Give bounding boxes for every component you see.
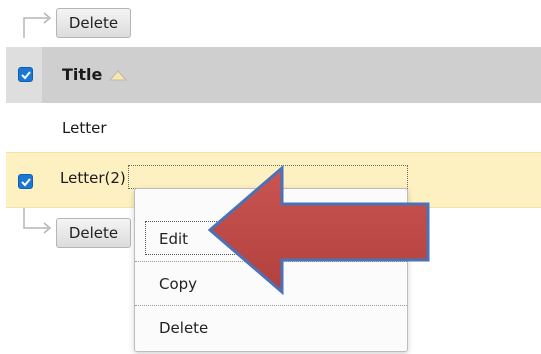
table-row[interactable]: Letter <box>6 103 541 152</box>
table-header-row: Title <box>6 47 541 103</box>
row-title[interactable]: Letter(2) <box>60 169 126 187</box>
title-column-header[interactable]: Title <box>62 65 102 84</box>
tree-connector-icon <box>23 12 52 38</box>
tree-connector-icon <box>23 208 52 234</box>
sort-ascending-icon[interactable] <box>108 68 128 82</box>
menu-item-label: Edit <box>159 230 189 248</box>
select-all-checkbox[interactable] <box>18 67 33 82</box>
menu-item-delete[interactable]: Delete <box>135 305 407 350</box>
annotation-arrow-icon <box>207 164 430 296</box>
header-checkbox-cell <box>6 47 42 103</box>
row-checkbox[interactable] <box>18 174 33 189</box>
delete-button-bottom[interactable]: Delete <box>56 218 131 248</box>
menu-item-label: Delete <box>159 319 209 337</box>
menu-item-label: Copy <box>159 275 198 293</box>
delete-button-top[interactable]: Delete <box>56 8 131 38</box>
row-title[interactable]: Letter <box>62 119 106 137</box>
